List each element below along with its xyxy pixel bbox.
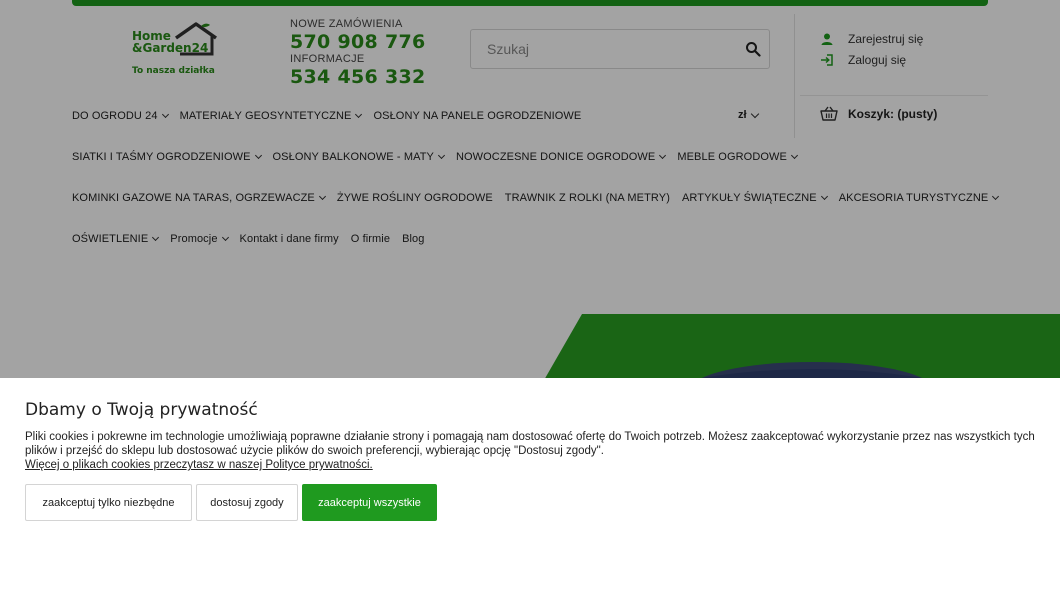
accept-necessary-button[interactable]: zaakceptuj tylko niezbędne [25,484,192,521]
cookie-text: Pliki cookies i pokrewne im technologie … [25,431,1035,457]
cookie-title: Dbamy o Twoją prywatność [25,400,258,420]
page: Home &Garden24 To nasza działka NOWE ZAM… [0,0,1060,596]
privacy-policy-link[interactable]: Więcej o plikach cookies przeczytasz w n… [25,458,373,472]
accept-all-button[interactable]: zaakceptuj wszystkie [302,484,437,521]
customize-consent-button[interactable]: dostosuj zgody [196,484,298,521]
cookie-consent-banner: Dbamy o Twoją prywatność Pliki cookies i… [0,378,1060,596]
